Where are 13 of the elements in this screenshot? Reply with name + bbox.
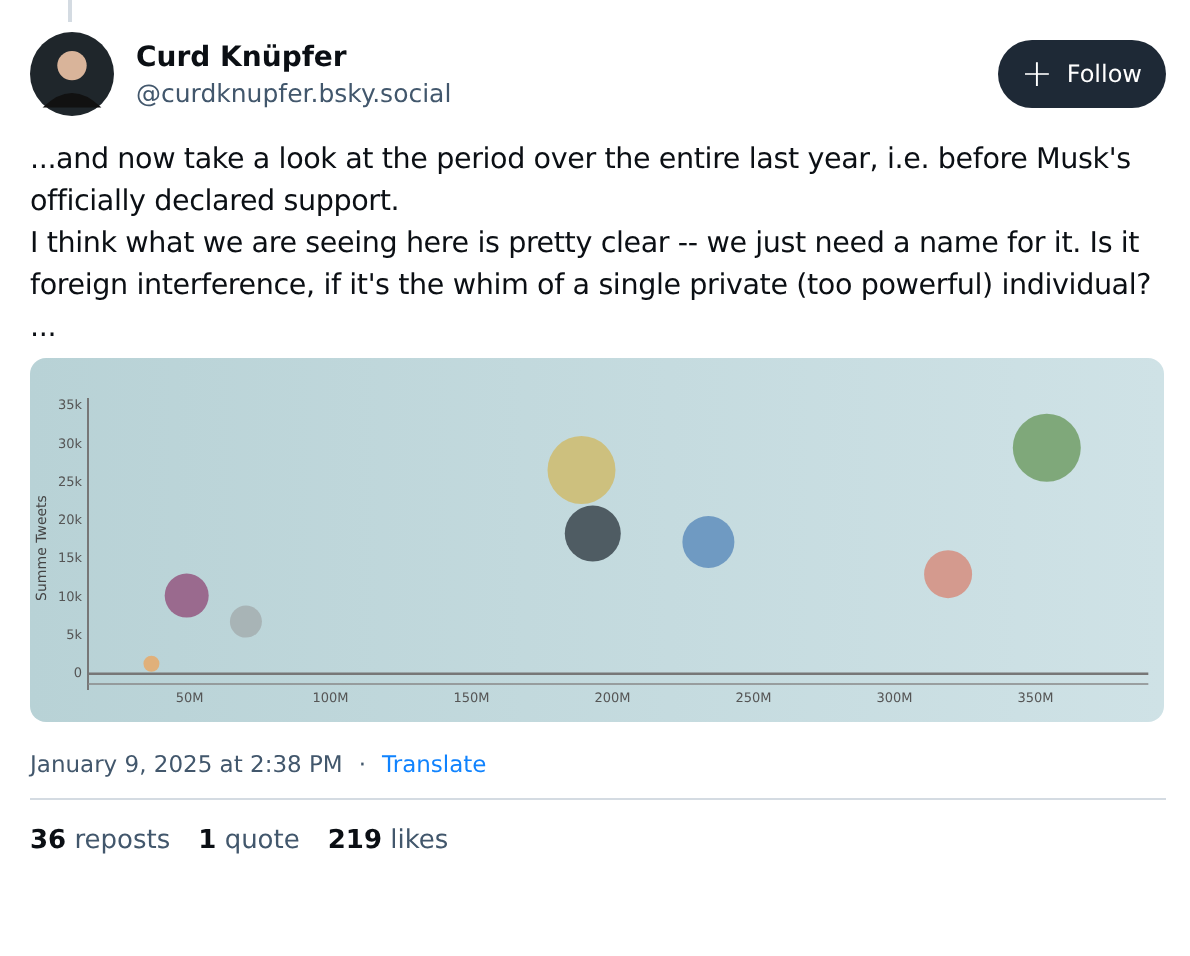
avatar[interactable] [30, 32, 114, 116]
translate-link[interactable]: Translate [382, 750, 487, 778]
follow-button[interactable]: + Follow [998, 40, 1166, 108]
author-handle[interactable]: @curdknupfer.bsky.social [136, 77, 977, 107]
post-text: ...and now take a look at the period over the entire last year, i.e. before Musk's officially declared support. [30, 142, 1133, 222]
stat-count[interactable]: 36 reposts [30, 826, 171, 856]
timestamp: January 9, 2025 at 2:38 PM [30, 750, 343, 778]
separator: · [358, 750, 367, 778]
post-text: I think what we are seeing here is pretty clear -- we just need a name for it. Is it foreign interference, if it's the whim of a single private (too powerful) individual? [30, 226, 1154, 306]
stat-count[interactable]: 219 likes [327, 826, 449, 856]
post-text: ... [30, 310, 59, 348]
stat-count[interactable]: 1 quote [198, 826, 300, 856]
author-name[interactable]: Curd Knüpfer [136, 41, 977, 73]
